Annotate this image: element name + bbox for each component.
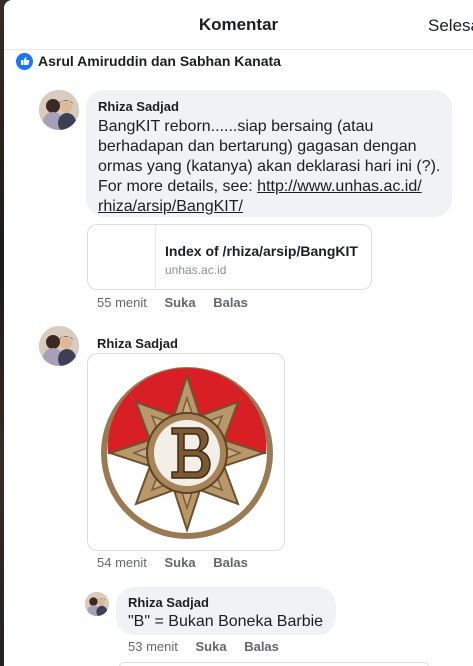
bangkit-emblem-logo: [101, 367, 273, 539]
page-title: Komentar: [198, 15, 279, 34]
avatar[interactable]: [85, 592, 109, 616]
comment-link-continued[interactable]: rhiza/arsip/BangKIT/: [98, 198, 243, 215]
link-preview-title[interactable]: Index of /rhiza/arsip/BangKIT: [165, 243, 358, 259]
like-button[interactable]: Suka: [165, 295, 196, 310]
next-card-edge: [119, 662, 429, 666]
comment-image[interactable]: [87, 353, 285, 551]
link-preview-thumbnail: [88, 225, 156, 289]
comment-text: BangKIT reborn......siap bersaing (atau …: [98, 118, 441, 215]
comment-actions: 55 menit Suka Balas: [97, 295, 262, 310]
header: Komentar Selesai: [4, 0, 473, 50]
thumbs-up-icon: [16, 52, 33, 70]
comment-actions: 53 menit Suka Balas: [128, 639, 293, 654]
reply-button[interactable]: Balas: [213, 555, 248, 570]
comment-actions: 54 menit Suka Balas: [97, 555, 262, 570]
comment-author[interactable]: Rhiza Sadjad: [98, 99, 179, 114]
reply-button[interactable]: Balas: [244, 639, 279, 654]
comment-author[interactable]: Rhiza Sadjad: [128, 595, 209, 610]
comment-bubble: Rhiza Sadjad BangKIT reborn......siap be…: [86, 90, 452, 217]
comment-link[interactable]: http://www.unhas.ac.id/: [257, 178, 422, 195]
reply-button[interactable]: Balas: [213, 295, 248, 310]
link-preview-card[interactable]: Index of /rhiza/arsip/BangKIT unhas.ac.i…: [87, 224, 372, 290]
comment-time: 55 menit: [97, 295, 147, 310]
comment-author[interactable]: Rhiza Sadjad: [97, 336, 178, 351]
avatar[interactable]: [39, 326, 79, 366]
comment-text: "B" = Bukan Boneka Barbie: [128, 613, 324, 630]
like-button[interactable]: Suka: [196, 639, 227, 654]
like-button[interactable]: Suka: [165, 555, 196, 570]
avatar[interactable]: [39, 90, 79, 130]
likers-names[interactable]: Asrul Amiruddin dan Sabhan Kanata: [38, 53, 281, 69]
comments-panel: Komentar Selesai Asrul Amiruddin dan Sab…: [4, 0, 473, 666]
likes-summary[interactable]: Asrul Amiruddin dan Sabhan Kanata: [16, 50, 281, 72]
done-button[interactable]: Selesai: [428, 16, 473, 36]
comment-bubble: Rhiza Sadjad "B" = Bukan Boneka Barbie: [116, 587, 336, 635]
comment-time: 53 menit: [128, 639, 178, 654]
comment-time: 54 menit: [97, 555, 147, 570]
link-preview-domain: unhas.ac.id: [165, 263, 227, 277]
